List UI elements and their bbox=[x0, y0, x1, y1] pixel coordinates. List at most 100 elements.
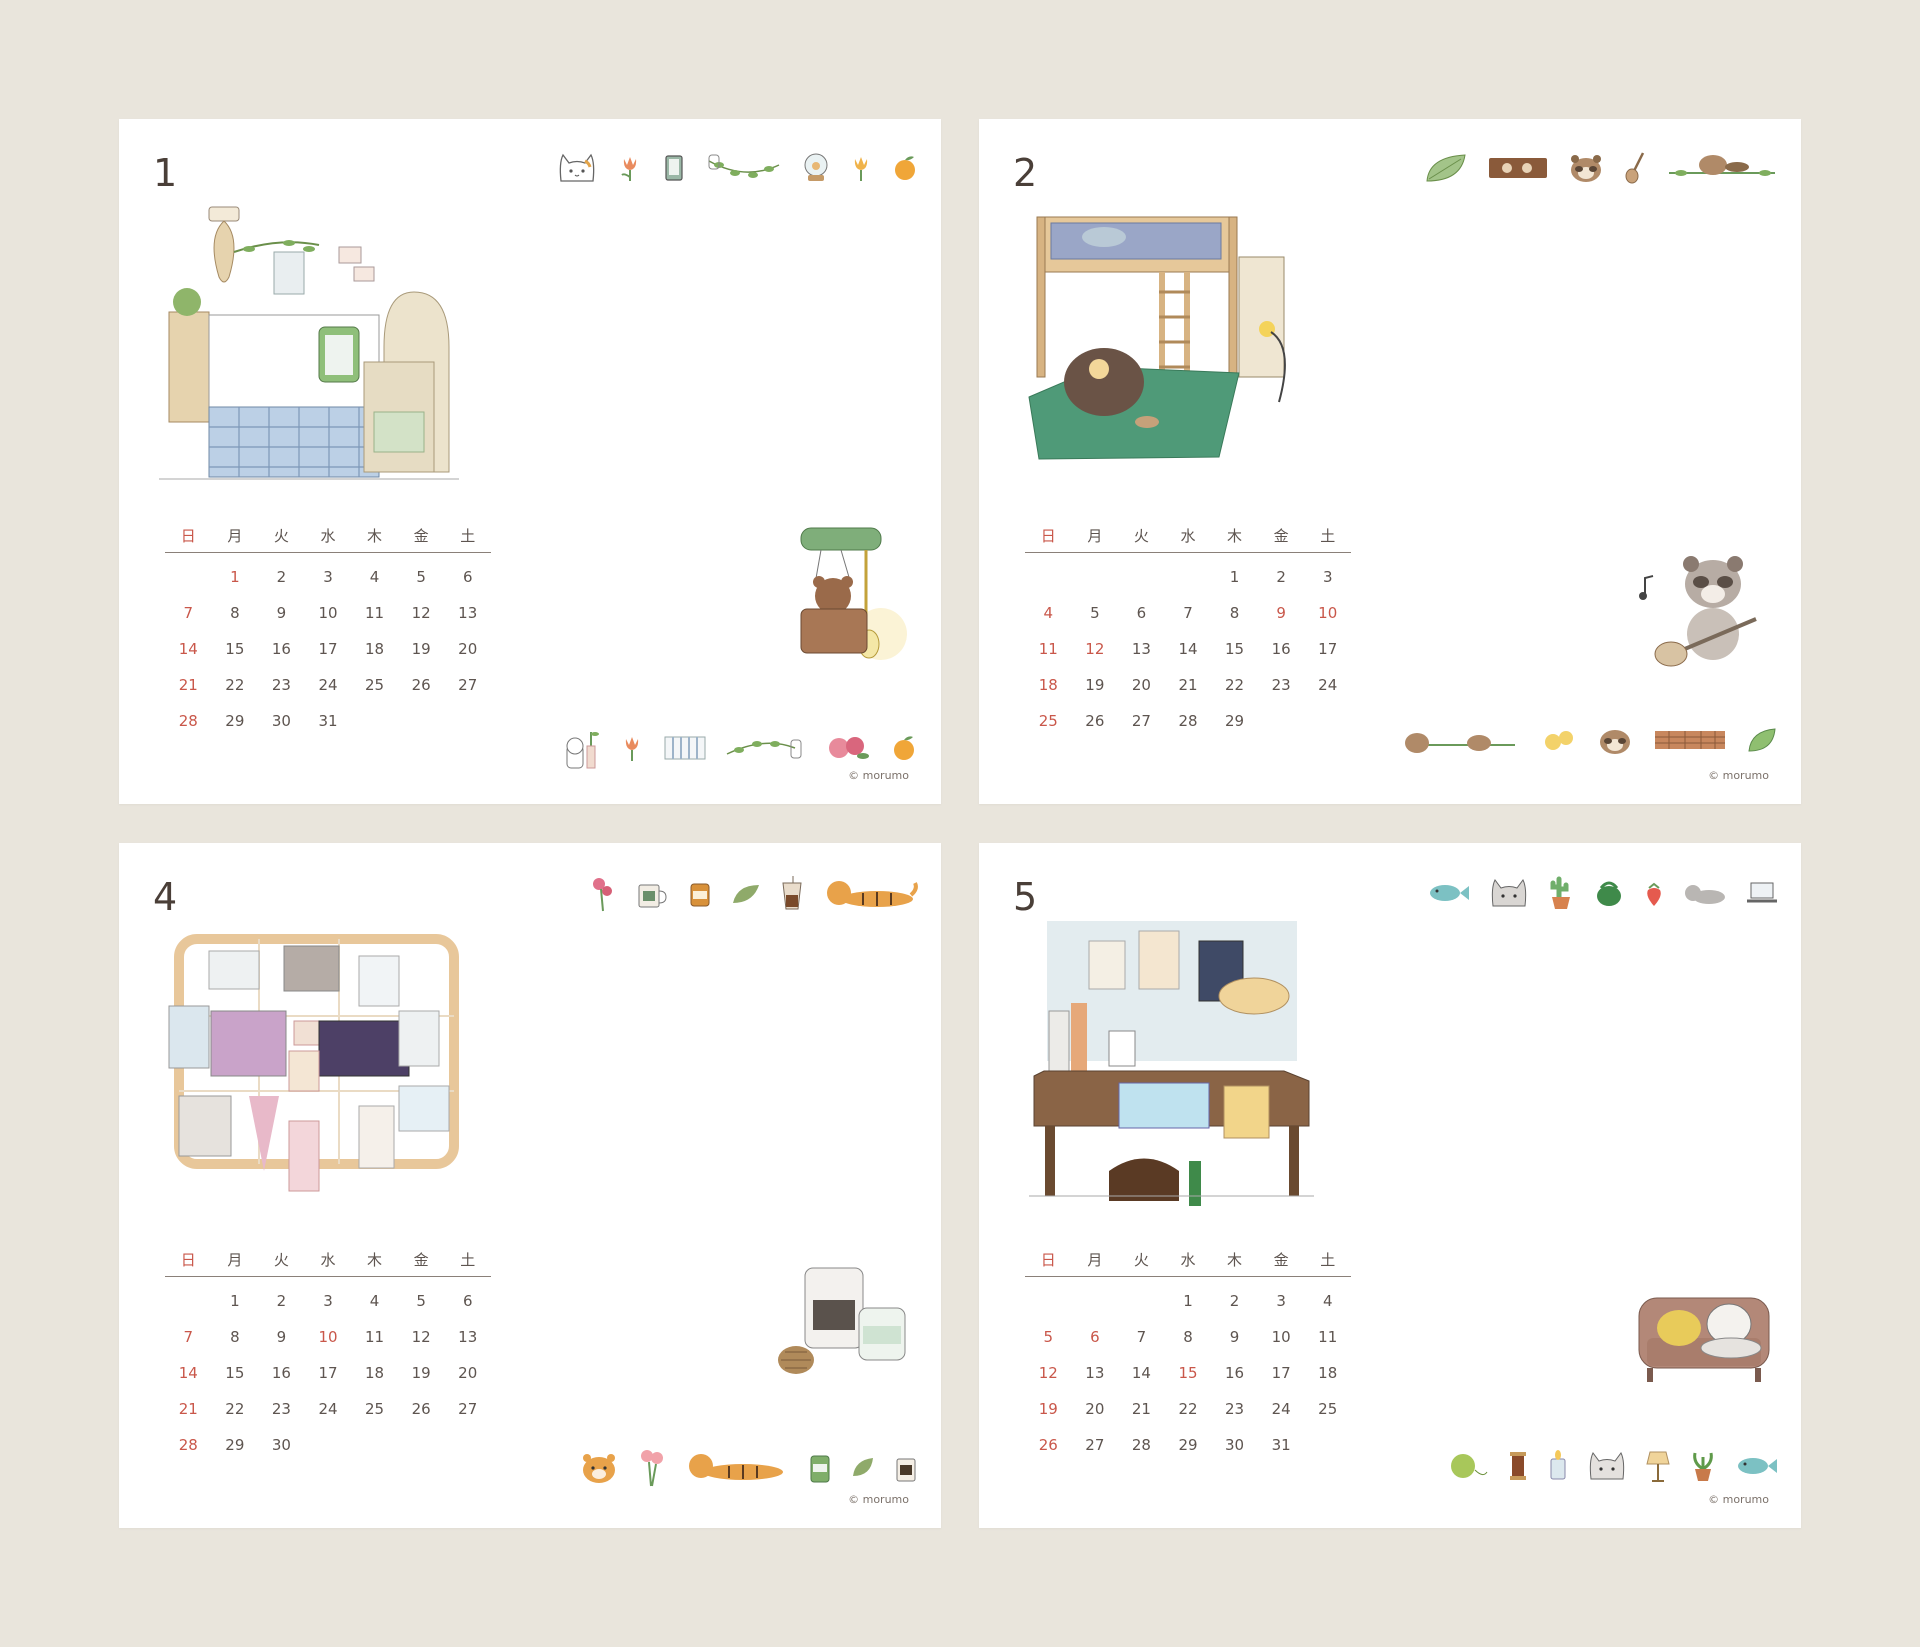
empty-date-cell bbox=[444, 1427, 491, 1463]
kotatsu-living-room-illustration bbox=[159, 206, 459, 480]
tulip-icon bbox=[625, 737, 639, 761]
date-cell: 8 bbox=[1229, 604, 1240, 622]
date-cell: 28 bbox=[178, 712, 198, 730]
empty-date-cell bbox=[398, 1427, 445, 1463]
tanuki-face-icon bbox=[1571, 155, 1601, 182]
weekday-fri: 金 bbox=[1273, 1251, 1289, 1269]
date-cell: 5 bbox=[1043, 1328, 1054, 1346]
fish-icon bbox=[1738, 1458, 1777, 1474]
date-cell: 10 bbox=[1271, 1328, 1291, 1346]
guitar-icon bbox=[1625, 152, 1645, 184]
date-cell: 27 bbox=[1085, 1436, 1105, 1454]
date-cell: 8 bbox=[230, 604, 240, 622]
date-grid: 1 2 3 4 5 6 7 8 9 10 11 12 13 14 15 16 17 18 19 20 21 22 23 24 2… bbox=[165, 553, 491, 739]
date-cell: 4 bbox=[1322, 1292, 1333, 1310]
coffee-cup-icon bbox=[896, 1458, 916, 1482]
leaf-icon bbox=[733, 885, 759, 903]
calendar-page-april: 4 日 月 火 水 木 金 土 1 2 3 4 5 6 7 8 9 10 11 … bbox=[119, 843, 941, 1528]
date-cell: 14 bbox=[178, 640, 198, 658]
date-cell: 11 bbox=[365, 604, 385, 622]
date-cell: 28 bbox=[1178, 712, 1198, 730]
date-cell: 18 bbox=[1038, 676, 1058, 694]
date-cell: 14 bbox=[1131, 1364, 1151, 1382]
date-cell: 5 bbox=[1090, 604, 1100, 622]
date-cell: 5 bbox=[416, 1292, 426, 1310]
date-cell: 9 bbox=[1276, 604, 1286, 622]
date-cell: 21 bbox=[1131, 1400, 1151, 1418]
cat-on-sofa-illustration bbox=[1638, 1297, 1770, 1382]
weekday-thu: 木 bbox=[1227, 527, 1243, 545]
bottom-decoration-row bbox=[561, 724, 919, 772]
vine-icon bbox=[726, 739, 802, 759]
date-grid: 1 2 3 4 5 6 7 8 9 10 11 12 13 14 15 16 17 18 19 20 21 22 23 24 2… bbox=[1025, 1277, 1351, 1463]
photo-wire-grid-illustration bbox=[168, 934, 459, 1192]
tablet-icon bbox=[665, 155, 683, 181]
date-cell: 21 bbox=[1178, 676, 1198, 694]
calendar-grid: 日 月 火 水 木 金 土 1 2 3 4 5 6 7 8 9 10 11 12 13 14 15 16 17 1… bbox=[1025, 1249, 1351, 1463]
tiger-icon bbox=[689, 1454, 783, 1480]
cactus-icon bbox=[1550, 876, 1570, 909]
empty-date-cell bbox=[1258, 703, 1305, 739]
cat-face-icon bbox=[1491, 879, 1527, 907]
date-cell: 9 bbox=[276, 1328, 287, 1346]
tanuki-vine-icon bbox=[1669, 155, 1775, 176]
date-cell: 17 bbox=[318, 1364, 338, 1382]
date-cell: 11 bbox=[365, 1328, 385, 1346]
date-grid: 1 2 3 4 5 6 7 8 9 10 11 12 13 14 15 16 17 18 19 20 21 22 23 24 2… bbox=[1025, 553, 1351, 739]
date-cell: 11 bbox=[1038, 640, 1058, 658]
leaf-icon bbox=[1426, 154, 1466, 182]
weekday-thu: 木 bbox=[367, 527, 383, 545]
date-cell: 12 bbox=[1085, 640, 1105, 658]
tulip-icon bbox=[621, 157, 637, 181]
date-cell: 4 bbox=[1043, 604, 1054, 622]
weekday-header: 日 月 火 水 木 金 土 bbox=[1025, 525, 1351, 553]
date-cell: 27 bbox=[458, 676, 478, 694]
date-cell: 7 bbox=[183, 604, 194, 622]
calendar-page-february: 2 日 月 火 水 木 金 土 1 2 3 4 5 6 7 8 9 10 11 12 1 bbox=[979, 119, 1801, 804]
date-cell: 25 bbox=[365, 676, 385, 694]
top-decoration-row bbox=[587, 875, 919, 913]
calendar-page-may: 5 日 月 火 水 木 金 土 1 2 3 4 5 6 7 8 9 10 11 … bbox=[979, 843, 1801, 1528]
date-cell: 11 bbox=[1318, 1328, 1338, 1346]
date-cell: 17 bbox=[318, 640, 338, 658]
date-cell: 15 bbox=[1178, 1364, 1198, 1382]
empty-date-cell bbox=[1025, 1283, 1072, 1319]
date-cell: 26 bbox=[411, 1400, 431, 1418]
date-cell: 13 bbox=[458, 604, 478, 622]
tanuki-guitar-illustration bbox=[1639, 556, 1757, 667]
weekday-thu: 木 bbox=[367, 1251, 383, 1269]
weekday-tue: 火 bbox=[1133, 527, 1149, 545]
weekday-thu: 木 bbox=[1227, 1251, 1243, 1269]
date-cell: 18 bbox=[365, 640, 385, 658]
calendar-grid: 日 月 火 水 木 金 土 1 2 3 4 5 6 7 8 9 10 11 12 13 14 15 16 17 1… bbox=[1025, 525, 1351, 739]
weekday-mon: 月 bbox=[1087, 1251, 1103, 1269]
date-cell: 29 bbox=[1225, 712, 1245, 730]
weekday-sat: 土 bbox=[1320, 527, 1336, 545]
date-cell: 19 bbox=[411, 640, 431, 658]
empty-date-cell bbox=[1072, 559, 1119, 595]
snow-globe-icon bbox=[804, 153, 828, 181]
date-cell: 10 bbox=[318, 1328, 338, 1346]
top-decoration-row bbox=[1423, 151, 1779, 185]
date-cell: 3 bbox=[1276, 1292, 1286, 1310]
month-number: 2 bbox=[1013, 151, 1038, 195]
empty-date-cell bbox=[1072, 1283, 1119, 1319]
date-cell: 21 bbox=[178, 676, 198, 694]
date-cell: 23 bbox=[271, 676, 291, 694]
date-cell: 7 bbox=[183, 1328, 194, 1346]
calendar-grid: 日 月 火 水 木 金 土 1 2 3 4 5 6 7 8 9 10 11 12 13 14 15 16 17 1… bbox=[165, 525, 491, 739]
weekday-wed: 水 bbox=[1180, 1251, 1196, 1269]
camellia-icon bbox=[829, 737, 869, 759]
date-cell: 16 bbox=[271, 1364, 291, 1382]
date-cell: 15 bbox=[1225, 640, 1245, 658]
leaf-icon bbox=[1748, 728, 1776, 752]
date-cell: 19 bbox=[411, 1364, 431, 1382]
date-cell: 17 bbox=[1318, 640, 1338, 658]
weekday-header: 日 月 火 水 木 金 土 bbox=[165, 525, 491, 553]
date-cell: 6 bbox=[462, 1292, 473, 1310]
copyright-credit: © morumo bbox=[1708, 1493, 1769, 1506]
candle-icon bbox=[1550, 1450, 1566, 1480]
weekday-wed: 水 bbox=[320, 1251, 336, 1269]
weekday-mon: 月 bbox=[227, 1251, 243, 1269]
date-cell: 20 bbox=[458, 1364, 478, 1382]
